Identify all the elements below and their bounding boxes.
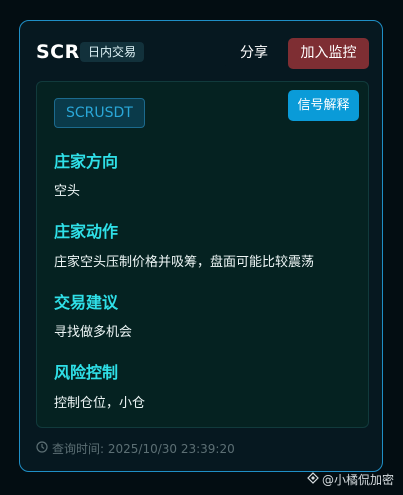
- symbol-badge: SCRUSDT: [54, 98, 145, 128]
- section-title-risk: 风险控制: [54, 363, 119, 382]
- section-title-advice: 交易建议: [54, 293, 119, 312]
- share-button[interactable]: 分享: [225, 38, 283, 68]
- watermark-text: @小橘侃加密: [322, 473, 395, 487]
- watermark: @小橘侃加密: [307, 471, 394, 488]
- signal-explain-button[interactable]: 信号解释: [288, 90, 359, 121]
- ticker-title: SCR: [36, 41, 80, 63]
- trade-type-tag: 日内交易: [80, 42, 145, 62]
- clock-icon: [36, 441, 52, 456]
- add-monitor-button[interactable]: 加入监控: [288, 38, 369, 69]
- section-title-action: 庄家动作: [54, 222, 119, 241]
- section-text-action: 庄家空头压制价格并吸筹，盘面可能比较震荡: [54, 255, 315, 270]
- query-time: 查询时间: 2025/10/30 23:39:20: [36, 440, 235, 457]
- section-text-risk: 控制仓位，小仓: [54, 396, 146, 411]
- analysis-panel: SCRUSDT 信号解释 庄家方向 空头 庄家动作 庄家空头压制价格并吸筹，盘面…: [36, 81, 369, 428]
- diamond-logo-icon: [307, 472, 322, 487]
- section-text-advice: 寻找做多机会: [54, 325, 133, 340]
- signal-card: SCR 日内交易 分享 加入监控 SCRUSDT 信号解释 庄家方向 空头 庄家…: [19, 20, 383, 472]
- query-time-text: 查询时间: 2025/10/30 23:39:20: [52, 442, 235, 456]
- section-text-direction: 空头: [54, 184, 81, 199]
- section-title-direction: 庄家方向: [54, 152, 119, 171]
